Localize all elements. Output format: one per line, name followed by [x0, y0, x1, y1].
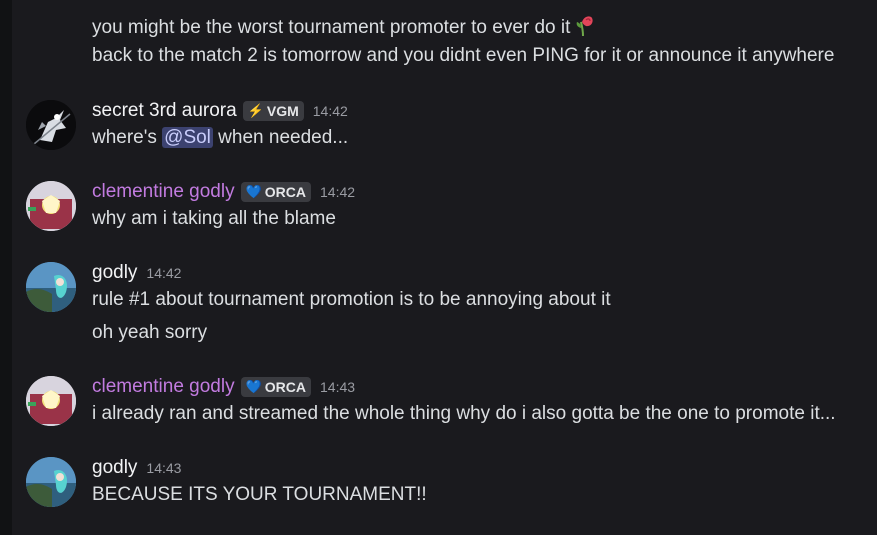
role-badge[interactable]: ⚡ VGM	[242, 101, 304, 121]
username[interactable]: clementine godly	[92, 181, 235, 203]
message-header: godly 14:42	[92, 262, 181, 284]
username[interactable]: godly	[92, 262, 137, 284]
user-mention[interactable]: @Sol	[162, 127, 213, 148]
avatar-image	[26, 457, 76, 507]
username[interactable]: godly	[92, 457, 137, 479]
role-badge[interactable]: 💙 ORCA	[240, 182, 312, 202]
avatar[interactable]	[26, 262, 76, 312]
timestamp[interactable]: 14:43	[146, 460, 181, 476]
server-sidebar-edge	[0, 0, 12, 535]
username[interactable]: clementine godly	[92, 376, 235, 398]
avatar[interactable]	[26, 376, 76, 426]
message-line: back to the match 2 is tomorrow and you …	[92, 45, 835, 66]
message-text: when needed...	[212, 127, 349, 148]
message-line: oh yeah sorry	[92, 322, 208, 343]
message-line: you might be the worst tournament promot…	[92, 12, 596, 39]
timestamp[interactable]: 14:43	[320, 379, 355, 395]
role-badge-label: ORCA	[264, 379, 307, 395]
message-line: rule #1 about tournament promotion is to…	[92, 289, 611, 310]
message-header: clementine godly 💙 ORCA 14:43	[92, 376, 355, 398]
blue-heart-icon: 💙	[245, 184, 262, 199]
avatar-image	[26, 262, 76, 312]
timestamp[interactable]: 14:42	[313, 103, 348, 119]
lightning-icon: ⚡	[247, 103, 264, 118]
timestamp[interactable]: 14:42	[320, 184, 355, 200]
message-header: clementine godly 💙 ORCA 14:42	[92, 181, 355, 203]
message-line: BECAUSE ITS YOUR TOURNAMENT!!	[92, 484, 427, 505]
wilted-rose-icon	[577, 16, 594, 37]
message-header: secret 3rd aurora ⚡ VGM 14:42	[92, 100, 348, 122]
role-badge-label: ORCA	[264, 184, 307, 200]
username[interactable]: secret 3rd aurora	[92, 100, 237, 122]
avatar-image	[26, 376, 76, 426]
avatar-image	[26, 181, 76, 231]
avatar[interactable]	[26, 457, 76, 507]
message-list: you might be the worst tournament promot…	[12, 0, 877, 535]
role-badge-label: VGM	[266, 103, 299, 119]
message-line: why am i taking all the blame	[92, 208, 336, 229]
avatar[interactable]	[26, 100, 76, 150]
message-text: you might be the worst tournament promot…	[92, 17, 571, 38]
message-header: godly 14:43	[92, 457, 181, 479]
message-line: i already ran and streamed the whole thi…	[92, 403, 836, 424]
timestamp[interactable]: 14:42	[146, 265, 181, 281]
avatar-image	[26, 100, 76, 150]
role-badge[interactable]: 💙 ORCA	[240, 377, 312, 397]
message-line: where's @Sol when needed...	[92, 127, 348, 149]
message-text: where's	[92, 127, 163, 148]
avatar[interactable]	[26, 181, 76, 231]
blue-heart-icon: 💙	[245, 379, 262, 394]
